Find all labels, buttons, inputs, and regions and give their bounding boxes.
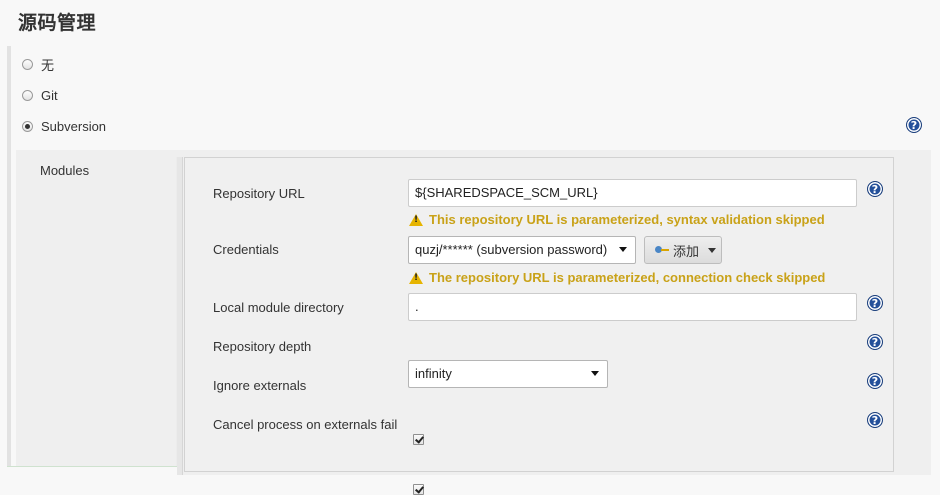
repository-depth-help-icon[interactable]: ? — [867, 334, 883, 350]
scm-git-radio[interactable] — [22, 89, 33, 101]
credentials-warning: ! The repository URL is parameterized, c… — [409, 270, 825, 285]
modules-separator — [176, 157, 183, 475]
section-left-border — [7, 46, 11, 475]
chevron-down-icon — [619, 247, 627, 252]
scm-git-label: Git — [41, 87, 58, 103]
repository-depth-label: Repository depth — [213, 339, 312, 354]
scm-option-none[interactable]: 无 — [22, 55, 54, 73]
scm-option-subversion[interactable]: Subversion — [22, 117, 106, 135]
chevron-down-icon — [591, 371, 599, 376]
repository-url-warning-text: This repository URL is parameterized, sy… — [429, 212, 825, 227]
ignore-externals-help-icon[interactable]: ? — [867, 373, 883, 389]
scm-subversion-label: Subversion — [41, 118, 107, 134]
repository-url-warning: ! This repository URL is parameterized, … — [409, 212, 825, 227]
modules-label: Modules — [40, 163, 90, 178]
local-module-directory-help-icon[interactable]: ? — [867, 295, 883, 311]
repository-depth-select[interactable]: infinity — [408, 360, 608, 388]
scm-none-radio[interactable] — [22, 58, 33, 70]
ignore-externals-checkbox[interactable] — [413, 434, 424, 445]
add-credentials-button[interactable]: 添加 — [644, 236, 722, 264]
chevron-down-icon — [708, 247, 717, 253]
repository-depth-selected-value: infinity — [415, 366, 452, 381]
local-module-directory-label: Local module directory — [213, 300, 344, 315]
warning-icon: ! — [409, 213, 423, 226]
repository-url-label: Repository URL — [213, 186, 305, 201]
local-module-directory-input[interactable]: . — [408, 293, 857, 321]
credentials-selected-value: quzj/****** (subversion password) — [415, 242, 608, 257]
credentials-select[interactable]: quzj/****** (subversion password) — [408, 236, 636, 264]
repository-url-help-icon[interactable]: ? — [867, 181, 883, 197]
add-credentials-label: 添加 — [673, 243, 700, 259]
scm-subversion-radio[interactable] — [22, 120, 33, 132]
cancel-on-externals-fail-checkbox[interactable] — [413, 484, 424, 495]
scm-none-label: 无 — [41, 57, 55, 73]
repository-url-input[interactable]: ${SHAREDSPACE_SCM_URL} — [408, 179, 857, 207]
credentials-warning-text: The repository URL is parameterized, con… — [429, 270, 826, 285]
subversion-help-icon[interactable]: ? — [906, 117, 922, 133]
credentials-label: Credentials — [213, 242, 279, 257]
ignore-externals-label: Ignore externals — [213, 378, 307, 393]
cancel-on-externals-fail-help-icon[interactable]: ? — [867, 412, 883, 428]
warning-icon: ! — [409, 271, 423, 284]
cancel-on-externals-fail-label: Cancel process on externals fail — [213, 417, 398, 432]
scm-option-git[interactable]: Git — [22, 86, 58, 104]
section-title: 源码管理 — [18, 12, 97, 34]
key-icon — [655, 246, 669, 254]
